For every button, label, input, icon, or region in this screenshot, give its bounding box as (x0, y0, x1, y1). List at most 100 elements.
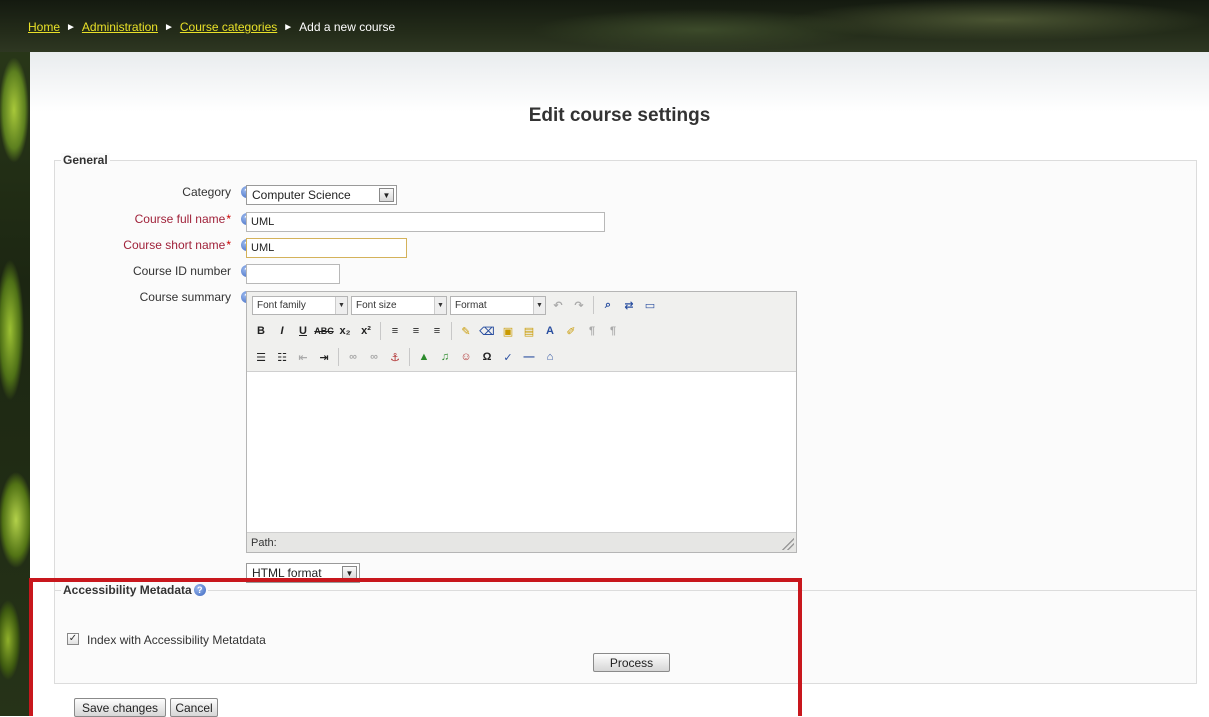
toolbar-separator (380, 322, 381, 340)
underline-icon[interactable]: U (294, 322, 312, 340)
category-label-text: Category (182, 185, 231, 199)
top-bar: Home ► Administration ► Course categorie… (0, 0, 1209, 52)
paste-word-icon[interactable]: ▤ (520, 322, 538, 340)
paste-text-icon[interactable]: ▣ (499, 322, 517, 340)
full-name-label-text: Course full name (134, 212, 226, 226)
category-select[interactable]: Computer Science ▼ (246, 185, 397, 205)
special-char-icon[interactable]: Ω (478, 348, 496, 366)
ltr-icon[interactable]: ¶ (583, 322, 601, 340)
redo-icon[interactable]: ↷ (570, 296, 588, 314)
accessibility-legend-text: Accessibility Metadata (63, 583, 192, 597)
accessibility-legend: Accessibility Metadata ? (61, 583, 208, 597)
course-full-name-input[interactable] (246, 212, 605, 232)
page-content: Edit course settings General Category ? … (30, 52, 1209, 717)
leaf-background (0, 0, 30, 716)
font-family-select[interactable]: Font family ▼ (252, 295, 348, 315)
breadcrumb-course-categories-link[interactable]: Course categories (180, 20, 277, 34)
chevron-down-icon: ▼ (434, 296, 446, 314)
ordered-list-icon[interactable]: ☷ (273, 348, 291, 366)
replace-icon[interactable]: ⇄ (620, 296, 638, 314)
toolbar-separator (593, 296, 594, 314)
format-select-dropdown-value: HTML format (252, 566, 322, 580)
align-left-icon[interactable]: ≡ (386, 322, 404, 340)
html-source-icon[interactable]: ⌂ (541, 348, 559, 366)
format-select[interactable]: Format ▼ (450, 295, 546, 315)
italic-icon[interactable]: I (273, 322, 291, 340)
strikethrough-icon[interactable]: ABC (314, 322, 334, 340)
format-select-dropdown[interactable]: HTML format ▼ (246, 563, 360, 583)
index-accessibility-label: Index with Accessibility Metatdata (87, 633, 266, 647)
editor-path-label: Path: (251, 537, 277, 549)
breadcrumb-current: Add a new course (299, 20, 396, 34)
font-size-select[interactable]: Font size ▼ (351, 295, 447, 315)
page-title: Edit course settings (528, 105, 711, 126)
breadcrumb-administration-link[interactable]: Administration (82, 20, 158, 34)
breadcrumb: Home ► Administration ► Course categorie… (28, 20, 395, 34)
short-name-label-text: Course short name (123, 238, 226, 252)
font-family-select-text: Font family (257, 299, 306, 311)
chevron-down-icon[interactable]: ▼ (342, 566, 357, 580)
category-select-value: Computer Science (252, 188, 351, 202)
undo-icon[interactable]: ↶ (549, 296, 567, 314)
find-icon[interactable]: ⌕ (599, 296, 617, 314)
index-accessibility-checkbox[interactable]: ✓ (67, 633, 79, 645)
chevron-down-icon: ▼ (335, 296, 347, 314)
breadcrumb-separator: ► (283, 21, 294, 33)
toolbar-row-2: B I U ABC x₂ x² ≡ ≡ ≡ ✎ ⌫ ▣ ▤ A ✐ ¶ ¶ (252, 320, 622, 342)
process-button[interactable]: Process (593, 653, 670, 672)
outdent-icon[interactable]: ⇤ (294, 348, 312, 366)
breadcrumb-separator: ► (66, 21, 76, 33)
short-name-label: Course short name * ? (123, 238, 253, 252)
editor-content-area[interactable] (247, 372, 796, 532)
save-changes-button[interactable]: Save changes (74, 698, 166, 717)
horizontal-rule-icon[interactable]: — (520, 348, 538, 366)
superscript-icon[interactable]: x² (357, 322, 375, 340)
chevron-down-icon[interactable]: ▼ (379, 188, 394, 202)
editor-status-bar: Path: (247, 532, 796, 552)
unlink-icon[interactable]: ∞ (365, 348, 383, 366)
cancel-button[interactable]: Cancel (170, 698, 218, 717)
text-color-icon[interactable]: A (541, 322, 559, 340)
course-short-name-input[interactable] (246, 238, 407, 258)
toolbar-row-1: Font family ▼ Font size ▼ Format ▼ ↶ ↷ ⌕ ⇄ … (252, 294, 659, 316)
align-right-icon[interactable]: ≡ (428, 322, 446, 340)
align-center-icon[interactable]: ≡ (407, 322, 425, 340)
anchor-icon[interactable]: ⚓ (386, 348, 404, 366)
resize-grip-icon[interactable] (782, 538, 794, 550)
media-icon[interactable]: ♫ (436, 348, 454, 366)
clean-icon[interactable]: ✎ (457, 322, 475, 340)
image-icon[interactable]: ▲ (415, 348, 433, 366)
eraser-icon[interactable]: ⌫ (478, 322, 496, 340)
subscript-icon[interactable]: x₂ (336, 322, 354, 340)
required-marker: * (226, 238, 231, 252)
summary-label: Course summary ? (140, 290, 253, 304)
id-number-label: Course ID number ? (133, 264, 253, 278)
help-icon[interactable]: ? (193, 584, 206, 596)
full-name-label: Course full name * ? (135, 212, 253, 226)
highlight-color-icon[interactable]: ✐ (562, 322, 580, 340)
indent-icon[interactable]: ⇥ (315, 348, 333, 366)
toolbar-separator (338, 348, 339, 366)
bold-icon[interactable]: B (252, 322, 270, 340)
unordered-list-icon[interactable]: ☰ (252, 348, 270, 366)
emoticon-icon[interactable]: ☺ (457, 348, 475, 366)
breadcrumb-separator: ► (163, 21, 174, 33)
editor-toolbar: Font family ▼ Font size ▼ Format ▼ ↶ ↷ ⌕ ⇄ … (247, 292, 796, 372)
general-fieldset: General Category ? Course full name * ? … (54, 153, 1197, 644)
category-label: Category ? (182, 185, 253, 199)
chevron-down-icon: ▼ (533, 296, 545, 314)
summary-label-text: Course summary (139, 290, 231, 304)
format-select-text: Format (455, 299, 487, 311)
summary-editor: Font family ▼ Font size ▼ Format ▼ ↶ ↷ ⌕ ⇄ … (246, 291, 797, 553)
link-icon[interactable]: ∞ (344, 348, 362, 366)
toolbar-separator (451, 322, 452, 340)
fullscreen-icon[interactable]: ▭ (641, 296, 659, 314)
form-labels: Category ? Course full name * ? Course s… (55, 161, 253, 361)
course-id-number-input[interactable] (246, 264, 340, 284)
spellcheck-icon[interactable]: ✓ (499, 348, 517, 366)
rtl-icon[interactable]: ¶ (604, 322, 622, 340)
toolbar-separator (409, 348, 410, 366)
id-number-label-text: Course ID number (132, 264, 231, 278)
breadcrumb-home-link[interactable]: Home (28, 20, 60, 34)
toolbar-row-3: ☰ ☷ ⇤ ⇥ ∞ ∞ ⚓ ▲ ♫ ☺ Ω ✓ — ⌂ (252, 346, 559, 368)
